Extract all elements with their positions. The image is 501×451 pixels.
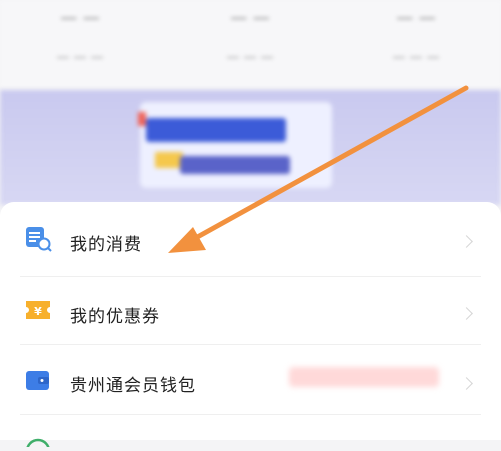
annotation-arrow xyxy=(168,85,469,253)
